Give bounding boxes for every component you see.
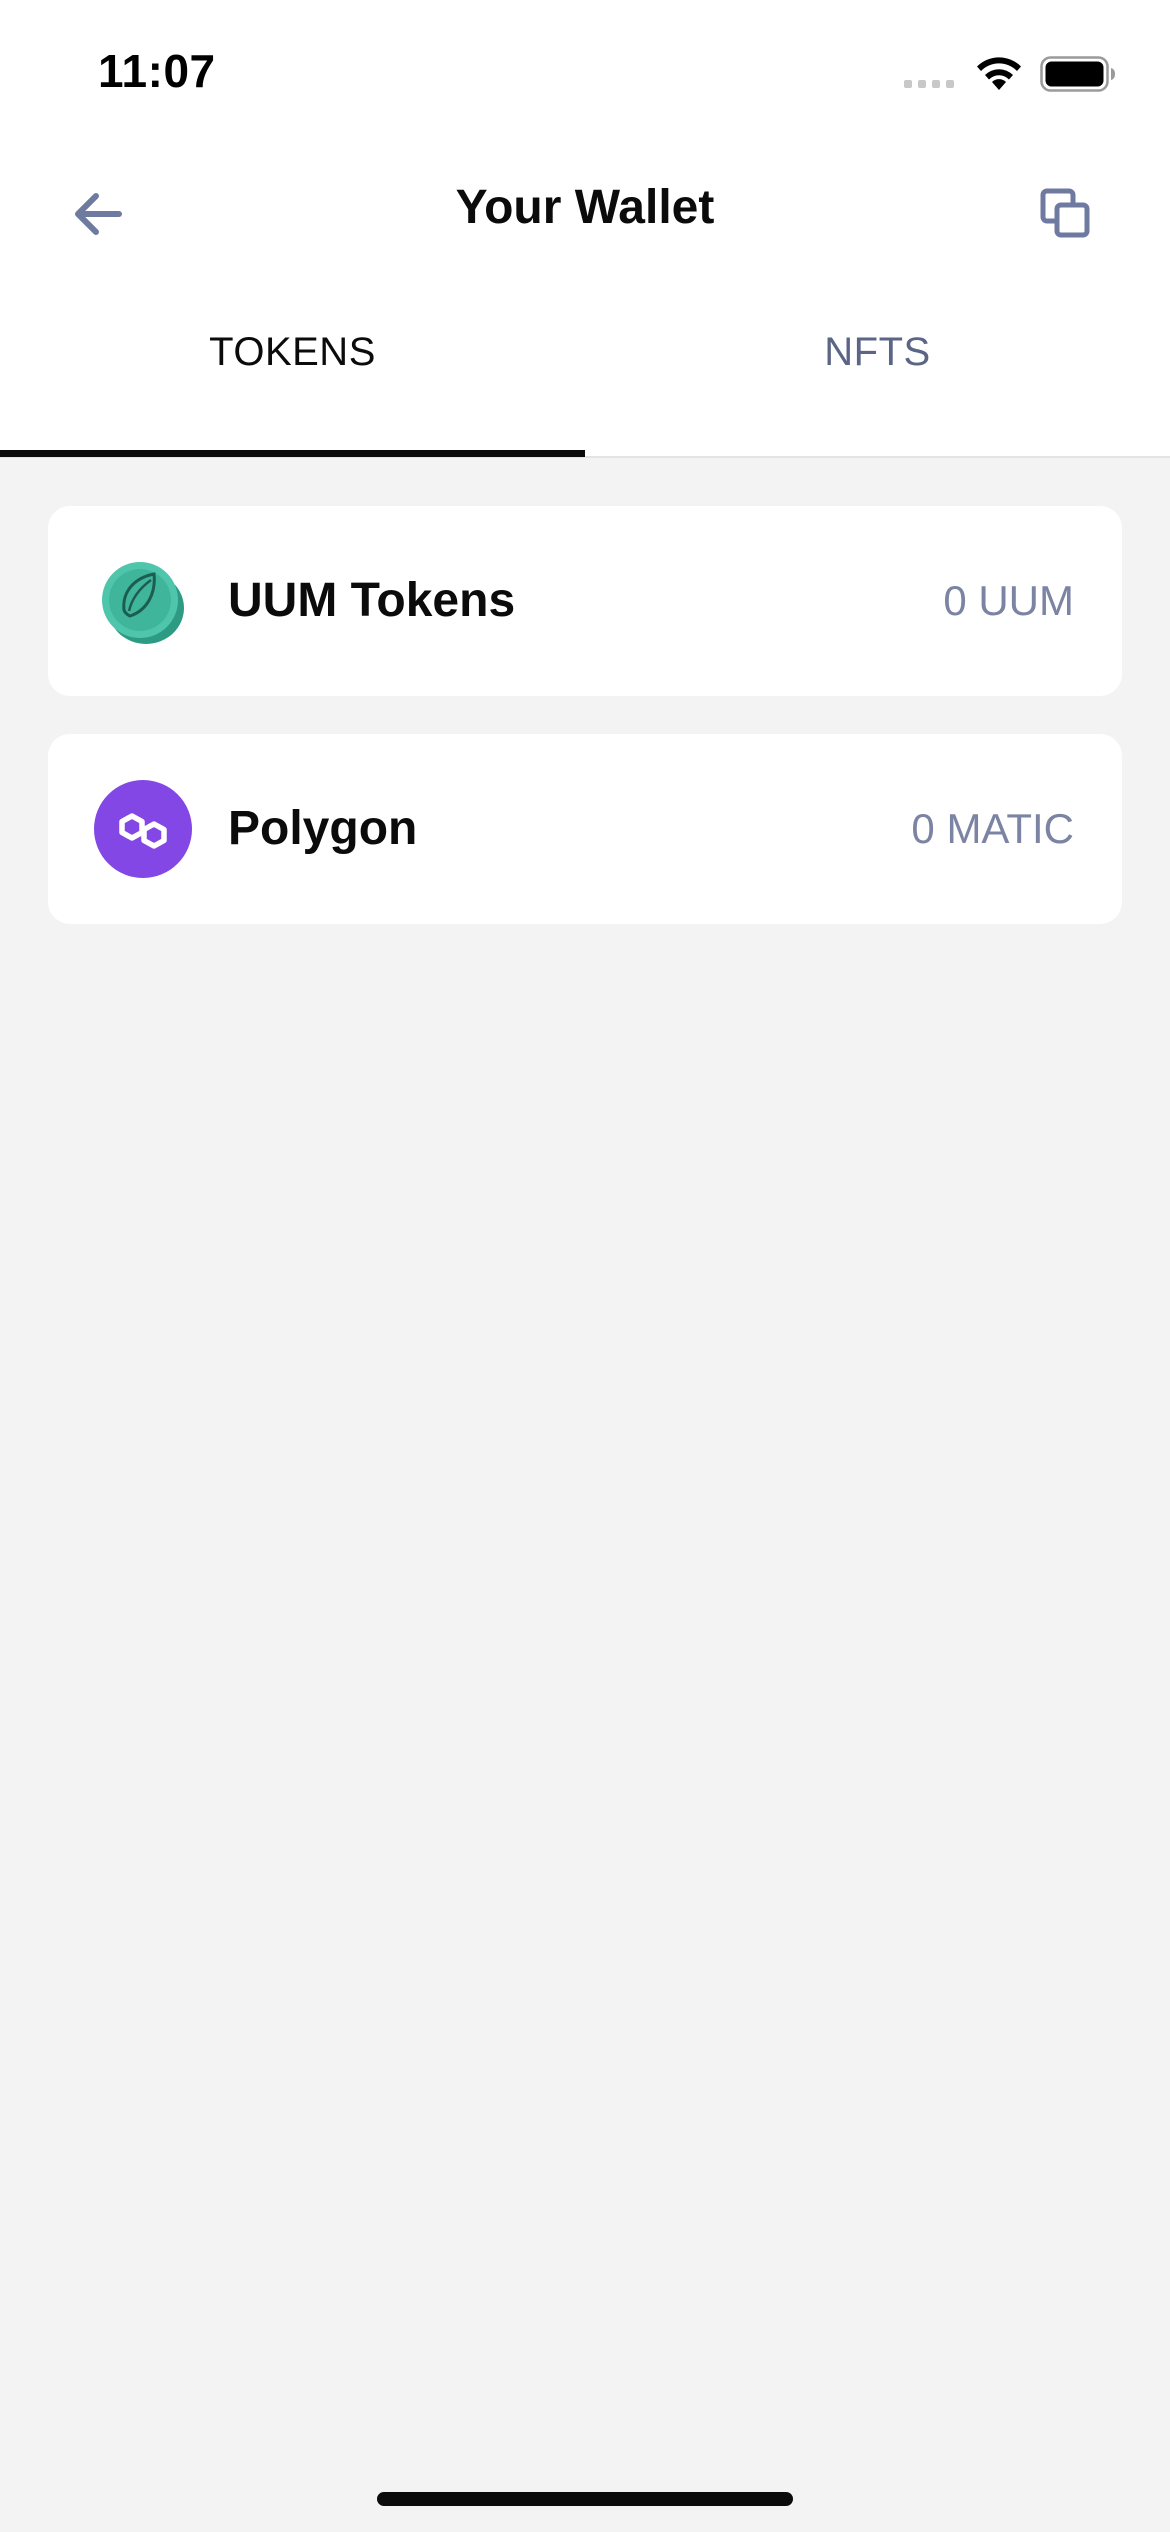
wallet-screen: 11:07 Your Wallet TOKENS NFTS UUM Tokens… — [0, 0, 1170, 2532]
polygon-icon — [94, 780, 192, 878]
status-time: 11:07 — [98, 45, 216, 97]
uum-coin-icon — [102, 562, 184, 644]
token-row-polygon[interactable]: Polygon 0 MATIC — [48, 734, 1122, 924]
token-balance: 0 MATIC — [911, 805, 1074, 852]
active-tab-indicator — [0, 450, 585, 457]
token-name: UUM Tokens — [228, 574, 516, 627]
copy-icon — [1040, 188, 1090, 238]
token-row-uum[interactable]: UUM Tokens 0 UUM — [48, 506, 1122, 696]
token-balance: 0 UUM — [943, 577, 1074, 624]
copy-button[interactable] — [1030, 178, 1100, 248]
home-indicator[interactable] — [377, 2492, 793, 2506]
battery-icon — [1040, 56, 1115, 92]
token-name: Polygon — [228, 802, 418, 855]
page-title: Your Wallet — [455, 181, 715, 234]
tab-tokens[interactable]: TOKENS — [0, 330, 585, 375]
wifi-icon — [977, 57, 1021, 90]
tab-nfts[interactable]: NFTS — [585, 330, 1170, 375]
signal-icon — [904, 80, 954, 88]
